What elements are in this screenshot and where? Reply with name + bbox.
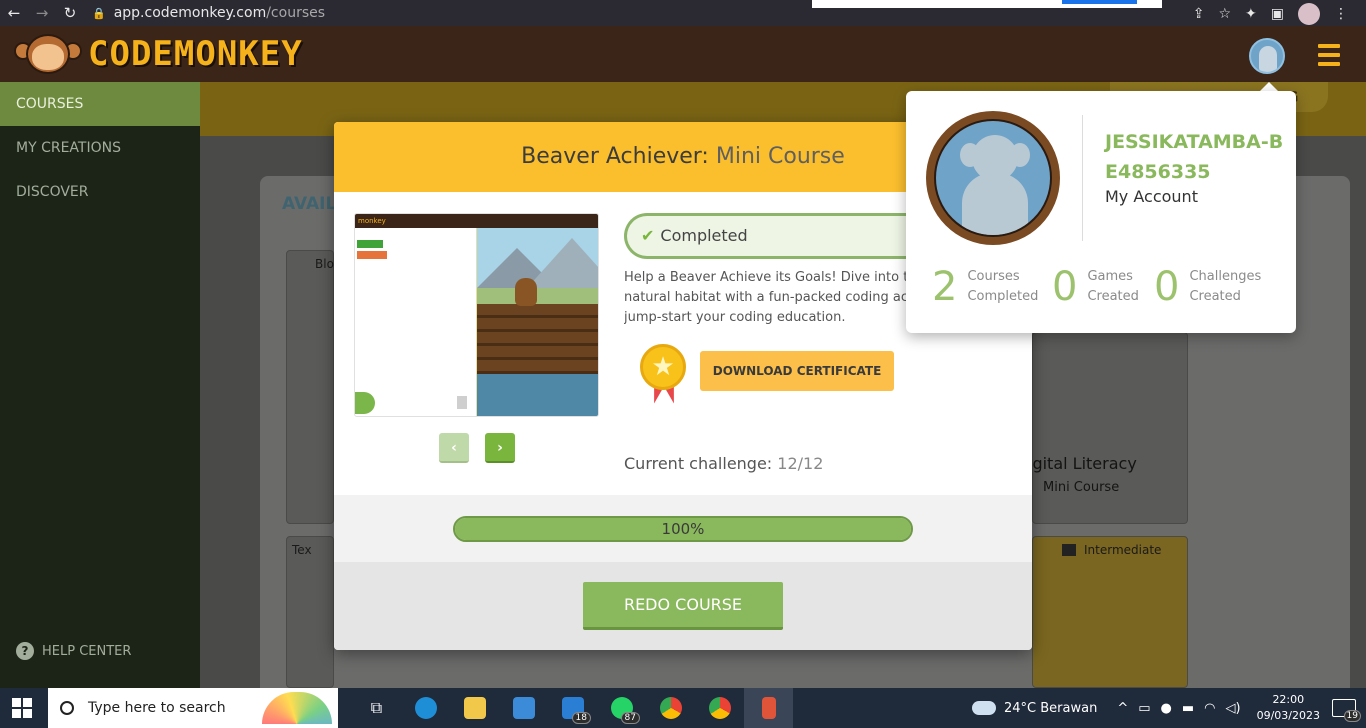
logo-text: CODEMONKEY <box>88 34 303 74</box>
help-center-label: HELP CENTER <box>42 643 132 659</box>
clock[interactable]: 22:00 09/03/2023 <box>1257 692 1320 724</box>
search-icon <box>60 701 74 715</box>
course-card-digital-literacy[interactable] <box>1032 332 1188 524</box>
sidebar-item-courses[interactable]: COURSES <box>0 82 200 126</box>
wifi-icon[interactable]: ◠ <box>1204 701 1215 716</box>
profile-avatar[interactable] <box>926 111 1060 245</box>
mic-icon[interactable]: ● <box>1161 701 1172 716</box>
windows-start-icon[interactable] <box>12 698 32 718</box>
back-icon[interactable]: ← <box>0 4 28 22</box>
stat-challenges-created: 0 Challenges Created <box>1154 264 1262 310</box>
battery-icon[interactable]: ▬ <box>1182 701 1194 716</box>
browser-profile-avatar[interactable] <box>1298 3 1320 25</box>
course-progress-bar: 100% <box>453 516 913 542</box>
cloud-icon <box>972 701 996 715</box>
lock-icon: 🔒 <box>92 6 106 20</box>
next-preview-button[interactable]: › <box>485 433 515 463</box>
url-host: app.codemonkey.com <box>113 5 267 21</box>
store-icon[interactable] <box>499 688 548 728</box>
app-header: CODEMONKEY <box>0 26 1366 82</box>
beaver-scene <box>477 228 598 416</box>
sidebar-item-discover[interactable]: DISCOVER <box>0 170 200 214</box>
course-card-blocks[interactable]: Bloc <box>286 250 341 524</box>
share-icon[interactable]: ⇪ <box>1193 6 1205 22</box>
reload-icon[interactable]: ↻ <box>56 4 84 22</box>
notification-icon[interactable]: 19 <box>1332 699 1361 722</box>
available-heading: AVAIL <box>282 194 337 214</box>
forward-icon[interactable]: → <box>28 4 56 22</box>
digital-literacy-title: igital Literacy <box>1028 454 1137 473</box>
medal-icon: ★ <box>638 344 688 406</box>
completed-status: ✔ Completed <box>624 213 924 259</box>
url-path: /courses <box>266 5 326 21</box>
codemonkey-logo[interactable]: CODEMONKEY <box>14 34 303 74</box>
weather-widget[interactable]: 24°C Berawan <box>972 701 1097 716</box>
play-icon <box>355 392 375 414</box>
course-description: Help a Beaver Achieve its Goals! Dive in… <box>624 270 914 325</box>
file-explorer-icon[interactable] <box>450 688 499 728</box>
bookmark-star-icon[interactable]: ☆ <box>1218 6 1231 22</box>
sidebar: COURSES MY CREATIONS DISCOVER ? HELP CEN… <box>0 82 200 688</box>
address-bar[interactable]: 🔒 app.codemonkey.com/courses <box>92 5 325 21</box>
digital-literacy-sub: Mini Course <box>1043 480 1120 495</box>
mail-icon[interactable]: 18 <box>548 688 597 728</box>
edge-icon[interactable] <box>401 688 450 728</box>
sidepanel-icon[interactable]: ▣ <box>1271 6 1284 22</box>
task-view-icon[interactable]: ⧉ <box>352 688 401 728</box>
chevron-up-icon[interactable]: ^ <box>1117 701 1128 716</box>
app-active-icon[interactable] <box>744 688 793 728</box>
windows-taskbar: Type here to search ⧉ 18 87 24°C Berawan… <box>0 688 1366 728</box>
level-bars-icon <box>1062 544 1076 556</box>
popup-strip <box>812 0 1162 8</box>
monkey-logo-icon <box>14 34 82 74</box>
course-card-intermediate[interactable] <box>1032 536 1188 688</box>
sidebar-item-my-creations[interactable]: MY CREATIONS <box>0 126 200 170</box>
extensions-icon[interactable]: ✦ <box>1245 6 1257 22</box>
beaver-icon <box>515 278 537 306</box>
meet-icon[interactable]: ▭ <box>1138 701 1150 716</box>
previous-preview-button[interactable]: ‹ <box>439 433 469 463</box>
course-preview-image: monkey <box>354 213 599 417</box>
whatsapp-icon[interactable]: 87 <box>597 688 646 728</box>
stat-courses-completed: 2 Courses Completed <box>932 264 1039 310</box>
current-challenge: Current challenge: 12/12 <box>624 454 824 473</box>
preview-topbar: monkey <box>355 214 598 228</box>
hamburger-menu-icon[interactable] <box>1318 44 1340 71</box>
text-tag: Tex <box>292 543 312 557</box>
user-avatar-button[interactable] <box>1249 38 1285 74</box>
stat-games-created: 0 Games Created <box>1052 264 1139 310</box>
help-icon: ? <box>16 642 34 660</box>
course-card-text[interactable] <box>286 536 334 688</box>
check-icon: ✔ <box>641 226 655 245</box>
download-certificate-button[interactable]: DOWNLOAD CERTIFICATE <box>700 351 894 391</box>
browser-menu-icon[interactable]: ⋮ <box>1334 6 1348 22</box>
username: JESSIKATAMBA-BE4856335 <box>1105 131 1284 183</box>
my-account-link[interactable]: My Account <box>1105 187 1198 206</box>
intermediate-tag: Intermediate <box>1062 543 1161 557</box>
chrome-profile-icon[interactable] <box>646 688 695 728</box>
volume-icon[interactable]: ◁) <box>1226 701 1241 716</box>
account-dropdown: JESSIKATAMBA-BE4856335 My Account 2 Cour… <box>906 91 1296 333</box>
trash-icon <box>457 396 467 409</box>
redo-course-button[interactable]: REDO COURSE <box>583 582 783 630</box>
help-center-link[interactable]: ? HELP CENTER <box>16 642 131 660</box>
system-tray: 24°C Berawan ^ ▭ ● ▬ ◠ ◁) 22:00 09/03/20… <box>972 688 1366 728</box>
chrome-icon[interactable] <box>695 688 744 728</box>
progress-percent: 100% <box>661 520 705 538</box>
